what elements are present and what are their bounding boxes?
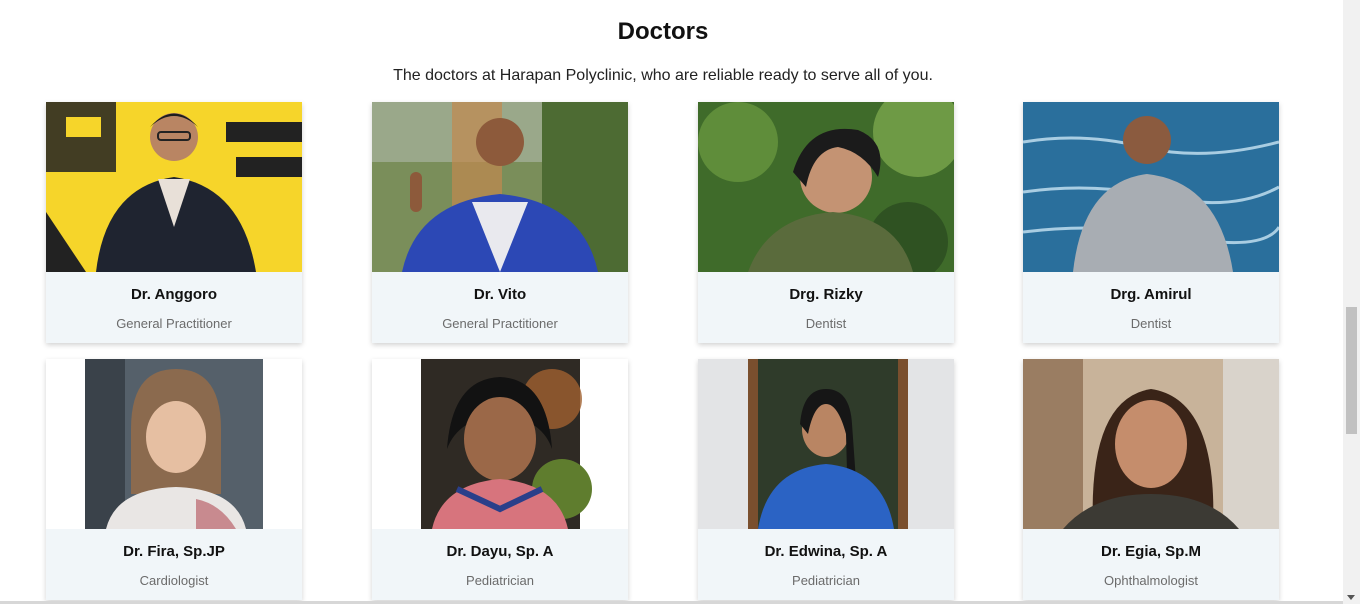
doctor-name: Dr. Fira, Sp.JP	[123, 543, 225, 560]
doctors-section: Doctors The doctors at Harapan Polyclini…	[0, 0, 1343, 604]
doctor-name: Dr. Dayu, Sp. A	[446, 543, 554, 560]
doctor-specialty: General Practitioner	[442, 316, 558, 331]
doctor-photo	[1023, 359, 1279, 529]
doctor-card[interactable]: Dr. Edwina, Sp. A Pediatrician	[698, 359, 954, 600]
doctor-name: Dr. Egia, Sp.M	[1100, 543, 1202, 560]
doctor-specialty: Pediatrician	[466, 573, 534, 588]
doctor-name: Drg. Amirul	[1110, 286, 1192, 303]
doctor-photo	[698, 359, 954, 529]
doctor-specialty: Pediatrician	[792, 573, 860, 588]
scrollbar-thumb[interactable]	[1346, 307, 1357, 434]
doctor-specialty: General Practitioner	[116, 316, 232, 331]
doctor-name: Dr. Edwina, Sp. A	[764, 543, 888, 560]
doctor-specialty: Cardiologist	[139, 573, 209, 588]
doctor-photo	[372, 102, 628, 272]
doctor-card[interactable]: Dr. Fira, Sp.JP Cardiologist	[46, 359, 302, 600]
doctor-photo	[698, 102, 954, 272]
doctor-card[interactable]: Drg. Rizky Dentist	[698, 102, 954, 343]
scroll-down-arrow-icon[interactable]	[1347, 595, 1355, 600]
vertical-scrollbar[interactable]	[1343, 0, 1360, 604]
doctor-photo	[372, 359, 628, 529]
doctor-specialty: Dentist	[805, 316, 847, 331]
doctor-photo	[46, 359, 302, 529]
doctor-specialty: Ophthalmologist	[1104, 573, 1198, 588]
doctor-name: Drg. Rizky	[789, 286, 863, 303]
doctor-photo	[46, 102, 302, 272]
doctor-card[interactable]: Dr. Dayu, Sp. A Pediatrician	[372, 359, 628, 600]
doctor-card[interactable]: Dr. Egia, Sp.M Ophthalmologist	[1023, 359, 1279, 600]
doctor-card[interactable]: Dr. Vito General Practitioner	[372, 102, 628, 343]
doctor-card[interactable]: Drg. Amirul Dentist	[1023, 102, 1279, 343]
doctor-name: Dr. Anggoro	[130, 286, 218, 303]
doctor-specialty: Dentist	[1130, 316, 1172, 331]
doctor-photo	[1023, 102, 1279, 272]
section-subtitle: The doctors at Harapan Polyclinic, who a…	[393, 67, 933, 84]
doctor-card[interactable]: Dr. Anggoro General Practitioner	[46, 102, 302, 343]
section-title: Doctors	[617, 18, 709, 45]
doctor-name: Dr. Vito	[473, 286, 527, 303]
